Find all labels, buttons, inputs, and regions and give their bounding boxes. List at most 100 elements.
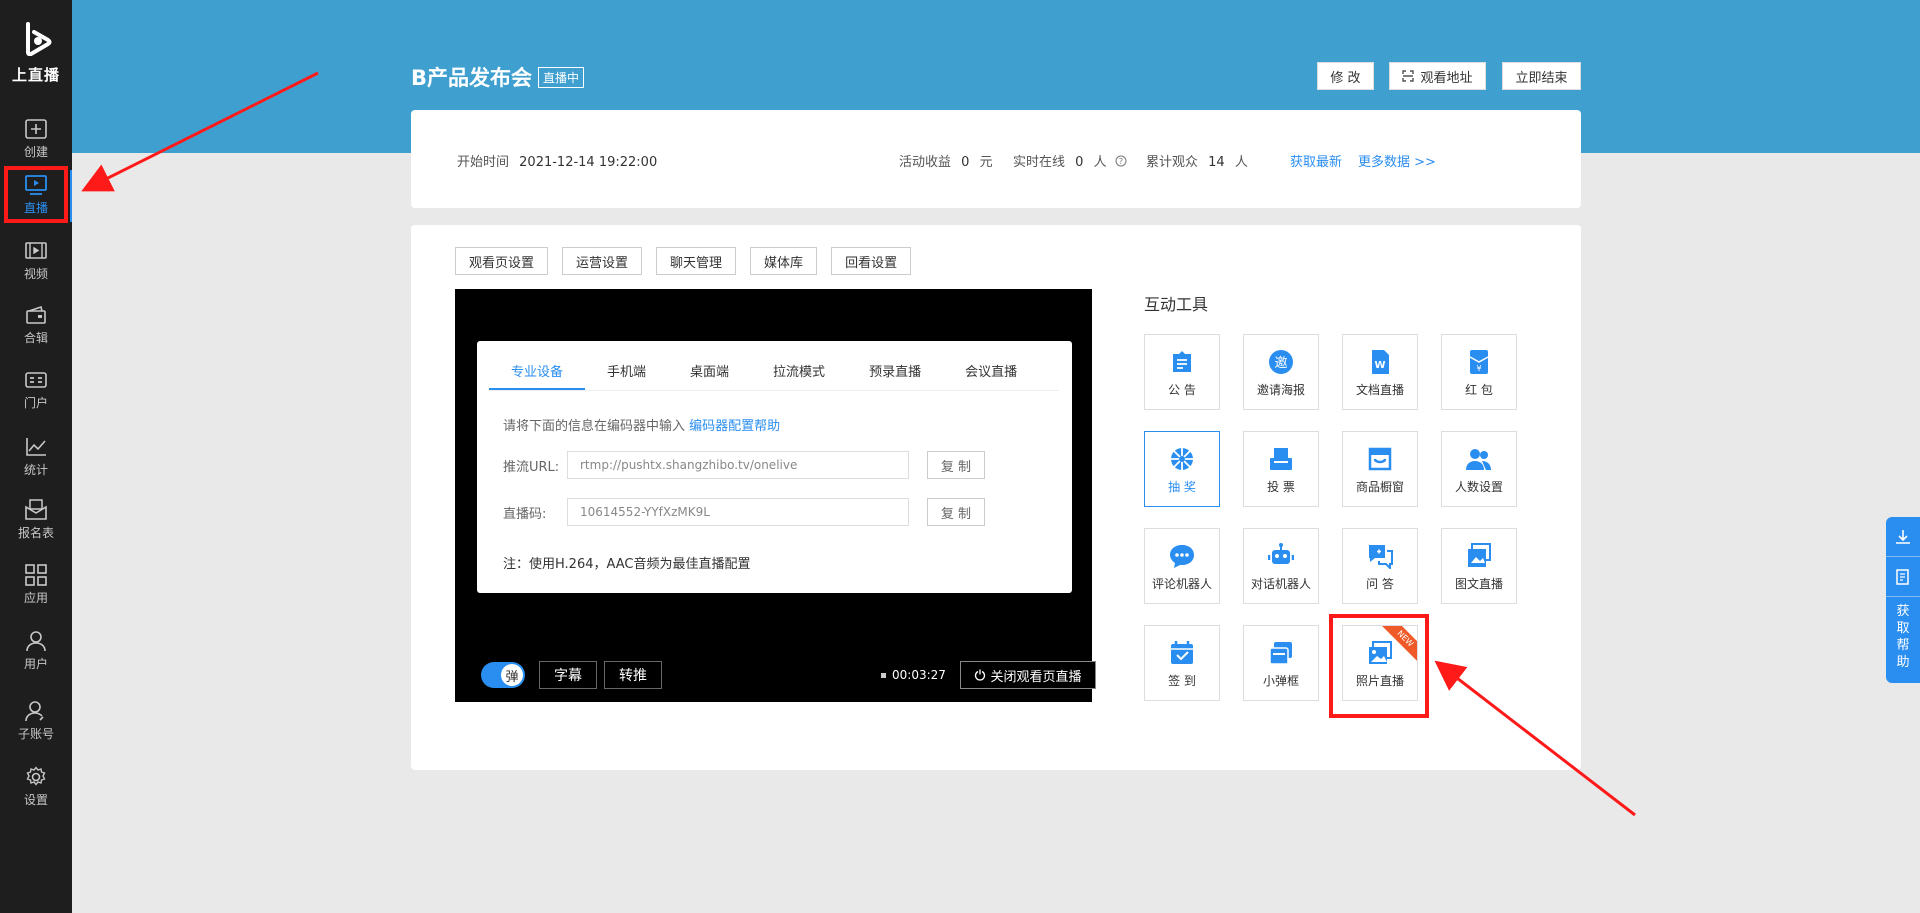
- tab-replay[interactable]: 回看设置: [831, 247, 912, 275]
- tab-prerecorded[interactable]: 预录直播: [847, 361, 943, 390]
- tab-pull-stream[interactable]: 拉流模式: [751, 361, 847, 390]
- status-badge: 直播中: [538, 66, 585, 88]
- brand-logo[interactable]: 上直播: [0, 22, 72, 85]
- more-data-link[interactable]: 更多数据 >>: [1358, 151, 1436, 170]
- end-live-button[interactable]: 立即结束: [1502, 62, 1581, 90]
- tool-label: 对话机器人: [1250, 577, 1311, 591]
- settings-tabs: 观看页设置 运营设置 聊天管理 媒体库 回看设置: [455, 247, 912, 275]
- total-value: 14: [1208, 155, 1225, 170]
- tool-label: 文档直播: [1355, 383, 1404, 397]
- info-card: 开始时间 2021-12-14 19:22:00 活动收益 0 元 实时在线 0…: [411, 110, 1581, 208]
- page-title: B产品发布会: [411, 66, 533, 90]
- tool-label: 商品橱窗: [1355, 480, 1404, 494]
- tab-media[interactable]: 媒体库: [750, 247, 818, 275]
- people-icon: [1466, 449, 1491, 470]
- tool-qa[interactable]: 问 答: [1342, 528, 1418, 604]
- sidebar-item-apps[interactable]: 应用: [0, 556, 72, 616]
- download-button[interactable]: [1886, 517, 1920, 557]
- sidebar-item-subaccount[interactable]: 子账号: [0, 692, 72, 752]
- tool-comment-bot[interactable]: 评论机器人: [1144, 528, 1220, 604]
- close-watch-live-label: 关闭观看页直播: [990, 669, 1082, 685]
- tool-lottery[interactable]: 抽 奖: [1144, 431, 1220, 507]
- copy-url-button[interactable]: 复 制: [927, 451, 985, 479]
- sidebar-item-portal[interactable]: 门户: [0, 361, 72, 421]
- tab-desktop[interactable]: 桌面端: [668, 361, 751, 390]
- danmaku-toggle[interactable]: 弹: [481, 662, 525, 688]
- player-controls: 弹 字幕 转推 00:03:27 关闭观看页直播: [481, 660, 1096, 690]
- tool-checkin[interactable]: 签 到: [1144, 625, 1220, 701]
- start-time: 开始时间 2021-12-14 19:22:00: [457, 151, 663, 170]
- tool-photo-live[interactable]: 照片直播 NEW: [1342, 625, 1418, 701]
- revenue-value: 0: [961, 155, 970, 170]
- copy-code-button[interactable]: 复 制: [927, 498, 985, 526]
- chart-icon: [26, 438, 46, 456]
- apps-icon: [25, 564, 47, 586]
- sidebar: 上直播 创建 直播 视频 合辑 门户 统计 报名表 应用 用户 子账号 设置: [0, 0, 72, 913]
- sidebar-item-stats[interactable]: 统计: [0, 428, 72, 488]
- stream-config-panel: 专业设备 手机端 桌面端 拉流模式 预录直播 会议直播 请将下面的信息在编码器中…: [477, 341, 1072, 593]
- stream-code-input[interactable]: [567, 498, 909, 526]
- sidebar-item-user[interactable]: 用户: [0, 622, 72, 682]
- edit-button[interactable]: 修 改: [1317, 62, 1374, 90]
- sidebar-item-settings[interactable]: 设置: [0, 758, 72, 818]
- sidebar-item-video[interactable]: 视频: [0, 232, 72, 292]
- plus-square-icon: [25, 119, 47, 139]
- relay-button[interactable]: 转推: [604, 661, 662, 689]
- tool-invite-poster[interactable]: 邀邀请海报: [1243, 334, 1319, 410]
- tool-vote[interactable]: 投 票: [1243, 431, 1319, 507]
- tool-document-live[interactable]: W 文档直播: [1342, 334, 1418, 410]
- popup-icon: [1269, 642, 1292, 665]
- sidebar-item-label: 合辑: [23, 331, 48, 345]
- sidebar-item-form[interactable]: 报名表: [0, 491, 72, 551]
- watch-url-button[interactable]: 观看地址: [1389, 62, 1486, 90]
- total-viewers: 累计观众 14 人: [1146, 151, 1248, 170]
- gear-icon: [26, 766, 46, 786]
- get-help-button[interactable]: 获取帮助: [1886, 597, 1920, 671]
- tool-label: 抽 奖: [1168, 480, 1196, 494]
- tool-popup[interactable]: 小弹框: [1243, 625, 1319, 701]
- svg-text:¥: ¥: [1476, 364, 1481, 373]
- push-url-row: 推流URL: 复 制: [503, 451, 985, 479]
- refresh-link[interactable]: 获取最新: [1290, 151, 1342, 170]
- tool-announcement[interactable]: 公 告: [1144, 334, 1220, 410]
- tool-label: 评论机器人: [1151, 577, 1212, 591]
- tool-image-text[interactable]: 图文直播: [1441, 528, 1517, 604]
- tab-operations[interactable]: 运营设置: [562, 247, 643, 275]
- sidebar-item-label: 用户: [23, 657, 48, 671]
- tool-shop-window[interactable]: 商品橱窗: [1342, 431, 1418, 507]
- svg-text:?: ?: [1119, 157, 1123, 166]
- lottery-icon: [1171, 448, 1193, 470]
- tab-pro-device[interactable]: 专业设备: [489, 361, 586, 390]
- tool-red-packet[interactable]: ¥ 红 包: [1441, 334, 1517, 410]
- revenue-unit: 元: [979, 155, 993, 170]
- announcement-icon: [1173, 351, 1191, 372]
- tool-chat-bot[interactable]: 对话机器人: [1243, 528, 1319, 604]
- tool-people[interactable]: 人数设置: [1441, 431, 1517, 507]
- sidebar-item-collection[interactable]: 合辑: [0, 296, 72, 356]
- sidebar-item-live[interactable]: 直播: [0, 166, 72, 226]
- tool-label: 红 包: [1465, 383, 1493, 397]
- invite-poster-icon: 邀: [1269, 350, 1293, 374]
- encoder-help-link[interactable]: 编码器配置帮助: [689, 419, 780, 434]
- shop-window-icon: [1368, 447, 1392, 471]
- tab-watch-page[interactable]: 观看页设置: [455, 247, 549, 275]
- start-time-label: 开始时间: [457, 155, 510, 170]
- sidebar-item-label: 设置: [23, 793, 48, 807]
- tab-chat[interactable]: 聊天管理: [656, 247, 737, 275]
- tab-mobile[interactable]: 手机端: [585, 361, 668, 390]
- push-url-input[interactable]: [567, 451, 909, 479]
- edit-doc-icon: [1896, 568, 1909, 585]
- subtitle-button[interactable]: 字幕: [539, 661, 597, 689]
- tab-meeting[interactable]: 会议直播: [943, 361, 1039, 390]
- video-icon: [25, 242, 47, 259]
- scan-icon: [1402, 70, 1415, 82]
- tool-label: 公 告: [1168, 383, 1196, 397]
- total-label: 累计观众: [1146, 155, 1199, 170]
- close-watch-live-button[interactable]: 关闭观看页直播: [960, 661, 1096, 689]
- tool-label: 图文直播: [1454, 577, 1503, 591]
- question-icon[interactable]: ?: [1115, 155, 1127, 167]
- sidebar-item-create[interactable]: 创建: [0, 110, 72, 170]
- vote-icon: [1270, 448, 1292, 470]
- collection-icon: [26, 305, 46, 324]
- feedback-button[interactable]: [1886, 557, 1920, 597]
